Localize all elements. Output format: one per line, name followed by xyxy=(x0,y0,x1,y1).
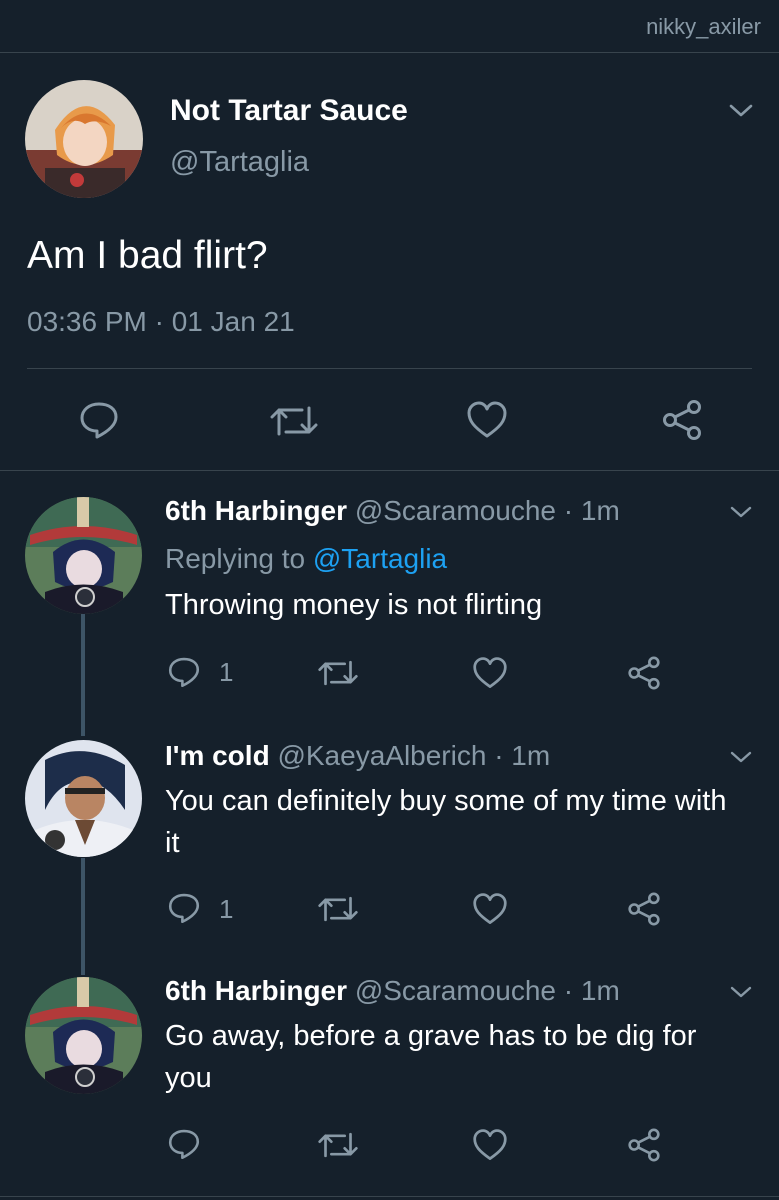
handle-time[interactable]: @KaeyaAlberich · 1m xyxy=(277,740,550,771)
reply-count: 1 xyxy=(219,894,234,924)
watermark: nikky_axiler xyxy=(646,14,761,39)
thread-line xyxy=(81,858,85,975)
chevron-down-icon[interactable] xyxy=(728,101,754,121)
divider xyxy=(0,1196,779,1197)
chevron-down-icon[interactable] xyxy=(728,982,754,1002)
display-name[interactable]: 6th Harbinger xyxy=(165,495,347,526)
reply-header: 6th Harbinger @Scaramouche · 1m xyxy=(165,975,620,1007)
display-name[interactable]: Not Tartar Sauce xyxy=(170,94,408,128)
divider xyxy=(27,368,752,369)
thread-line xyxy=(81,614,85,736)
like-icon[interactable] xyxy=(472,1128,508,1162)
display-name[interactable]: 6th Harbinger xyxy=(165,975,347,1006)
reply-header: I'm cold @KaeyaAlberich · 1m xyxy=(165,740,550,772)
share-icon[interactable] xyxy=(626,891,662,927)
avatar[interactable] xyxy=(25,80,143,198)
like-icon[interactable] xyxy=(472,892,508,926)
divider xyxy=(0,52,779,53)
share-icon[interactable] xyxy=(626,655,662,691)
reply-icon[interactable] xyxy=(78,399,120,441)
handle[interactable]: @Tartaglia xyxy=(170,146,309,179)
chevron-down-icon[interactable] xyxy=(728,502,754,522)
tweet-text: Am I bad flirt? xyxy=(27,234,268,277)
replying-to: Replying to @Tartaglia xyxy=(165,543,448,574)
reply-header: 6th Harbinger @Scaramouche · 1m xyxy=(165,495,620,527)
display-name[interactable]: I'm cold xyxy=(165,740,270,771)
timestamp[interactable]: 03:36 PM · 01 Jan 21 xyxy=(27,306,295,338)
reply-text: Go away, before a grave has to be dig fo… xyxy=(165,1020,697,1094)
like-icon[interactable] xyxy=(466,400,508,440)
avatar[interactable] xyxy=(25,740,142,857)
reply-icon[interactable] xyxy=(167,891,201,925)
avatar[interactable] xyxy=(25,497,142,614)
reply-text: You can definitely buy some of my time w… xyxy=(165,785,727,859)
retweet-icon[interactable] xyxy=(270,402,318,440)
reply-text: Throwing money is not flirting xyxy=(165,589,543,621)
reply-icon[interactable] xyxy=(167,1127,201,1161)
share-icon[interactable] xyxy=(660,399,704,441)
mention-link[interactable]: @Tartaglia xyxy=(313,543,447,574)
reply-icon[interactable] xyxy=(167,655,201,689)
retweet-icon[interactable] xyxy=(318,893,358,925)
retweet-icon[interactable] xyxy=(318,1129,358,1161)
avatar[interactable] xyxy=(25,977,142,1094)
handle-time[interactable]: @Scaramouche · 1m xyxy=(355,975,620,1006)
chevron-down-icon[interactable] xyxy=(728,747,754,767)
share-icon[interactable] xyxy=(626,1127,662,1163)
reply-count: 1 xyxy=(219,657,234,687)
divider xyxy=(0,470,779,471)
retweet-icon[interactable] xyxy=(318,657,358,689)
handle-time[interactable]: @Scaramouche · 1m xyxy=(355,495,620,526)
like-icon[interactable] xyxy=(472,656,508,690)
